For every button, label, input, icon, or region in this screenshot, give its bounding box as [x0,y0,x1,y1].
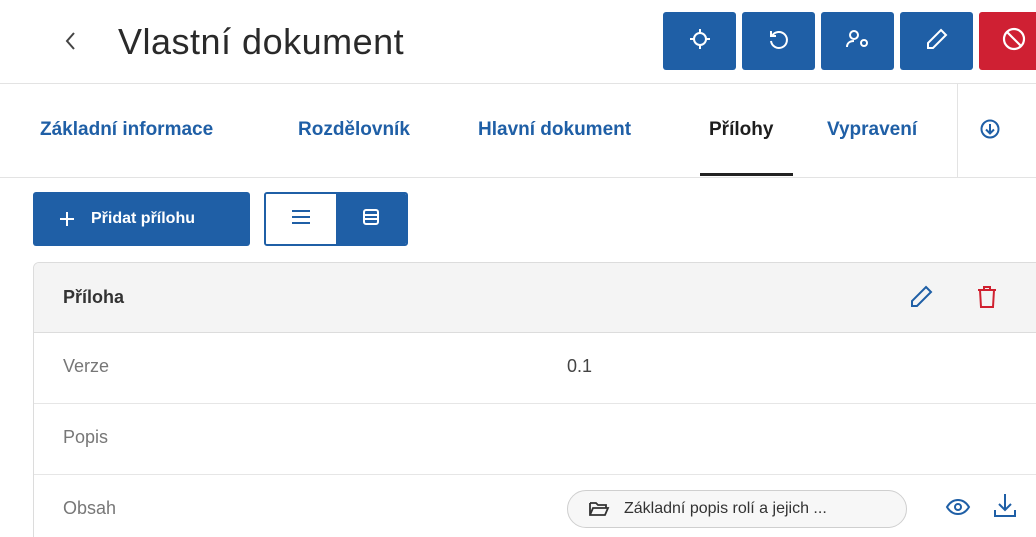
row-label: Verze [63,356,110,376]
circle-arrow-down-icon [979,118,1001,145]
page-header: Vlastní dokument [0,0,1036,84]
attachment-row-obsah: Obsah Základní popis rolí a jejich ... [34,475,1036,537]
back-button[interactable] [58,26,82,60]
attachment-title: Příloha [63,287,125,307]
add-attachment-button[interactable]: Přidat přílohu [33,192,250,246]
tab-hlavni-dokument[interactable]: Hlavní dokument [478,118,631,142]
attachment-card-header: Příloha [34,263,1036,333]
history-button[interactable] [742,12,815,70]
tab-vypraveni[interactable]: Vypravení [827,118,930,142]
tabs-more-button[interactable] [975,116,1005,146]
download-file-button[interactable] [990,492,1020,524]
row-label: Popis [63,427,109,447]
user-settings-button[interactable] [821,12,894,70]
table-view-option[interactable] [336,194,406,244]
file-chip[interactable]: Základní popis rolí a jejich ... [567,490,907,528]
delete-attachment-button[interactable] [971,283,1003,315]
locate-button[interactable] [663,12,736,70]
history-icon [767,27,791,56]
header-toolbar [663,12,1036,70]
row-value: 0.1 [567,356,593,376]
eye-icon [945,498,971,521]
attachment-row-popis: Popis [34,404,1036,475]
attachment-card: Příloha Verze 0.1 Popis Obsah Základní p… [33,262,1036,537]
tab-bar: Základní informace Rozdělovník Hlavní do… [0,84,1036,178]
page-title: Vlastní dokument [118,21,405,62]
view-mode-toggle [264,192,408,246]
file-name: Základní popis rolí a jejich ... [624,500,827,517]
tab-rozdelovnik[interactable]: Rozdělovník [298,118,410,142]
plus-icon [57,209,77,229]
table-icon [361,207,381,232]
folder-open-icon [588,498,610,520]
pencil-icon [908,284,934,315]
active-tab-indicator [700,173,793,176]
edit-attachment-button[interactable] [905,283,937,315]
edit-button[interactable] [900,12,973,70]
tabs-divider [957,84,958,178]
crosshair-icon [688,27,712,56]
list-icon [290,208,312,231]
pencil-icon [925,27,949,56]
row-label: Obsah [63,498,117,518]
download-icon [992,492,1018,525]
tab-zakladni-informace[interactable]: Základní informace [40,118,213,142]
block-icon [1001,26,1027,57]
user-settings-icon [845,27,871,56]
tab-prilohy[interactable]: Přílohy [709,118,773,142]
trash-icon [975,284,999,315]
attachment-row-verze: Verze 0.1 [34,333,1036,404]
preview-file-button[interactable] [943,494,973,524]
add-attachment-label: Přidat přílohu [91,210,195,227]
chevron-left-icon [63,30,77,57]
list-view-option[interactable] [266,194,336,244]
block-button[interactable] [979,12,1036,70]
